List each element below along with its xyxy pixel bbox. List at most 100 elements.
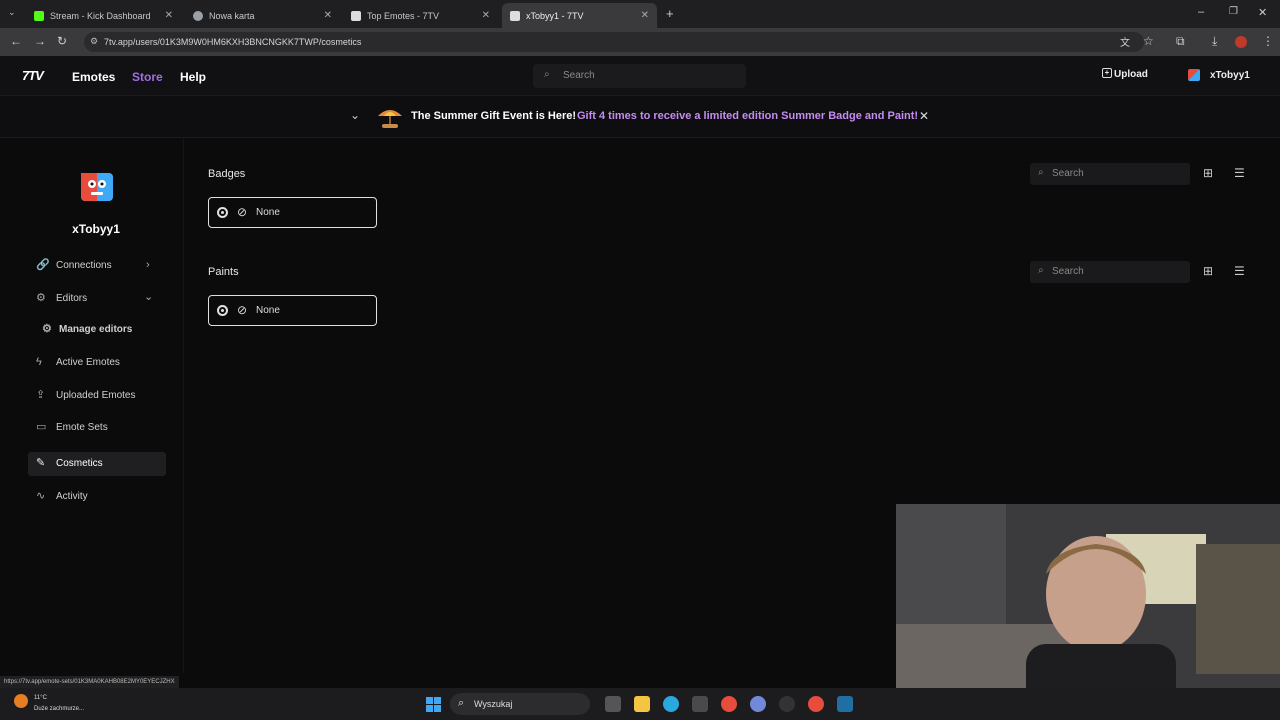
globe-favicon-icon — [193, 10, 203, 21]
taskbar-search-input[interactable]: ⌕ Wyszukaj — [450, 693, 590, 715]
site-header: 7TV Emotes Store Help ⌕ Search + Upload … — [0, 56, 1280, 96]
obs-icon[interactable] — [779, 696, 795, 712]
link-hover-status: https://7tv.app/emote-sets/01K3MA0KAHB08… — [0, 676, 179, 688]
chrome-icon[interactable] — [721, 696, 737, 712]
sidebar-item-activity[interactable]: ∿ Activity — [28, 485, 166, 509]
extensions-icon[interactable]: ⧉ — [1176, 34, 1185, 49]
sidebar-item-label: Connections — [56, 260, 112, 271]
sidebar-item-manage-editors[interactable]: ⚙ Manage editors — [36, 318, 166, 342]
sidebar-item-label: Uploaded Emotes — [56, 390, 136, 401]
grid-view-icon[interactable]: ⊞ — [1203, 264, 1213, 278]
7tv-favicon-icon — [351, 10, 361, 21]
paint-option-none[interactable]: ⊘ None — [208, 295, 377, 326]
restore-icon[interactable]: ❐ — [1229, 6, 1238, 17]
browser-tab-new[interactable]: Nowa karta ✕ — [185, 3, 340, 28]
option-label: None — [256, 305, 280, 316]
list-view-icon[interactable]: ☰ — [1234, 166, 1245, 180]
grid-view-icon[interactable]: ⊞ — [1203, 166, 1213, 180]
new-tab-icon[interactable]: + — [666, 6, 674, 21]
forward-icon[interactable]: → — [34, 34, 46, 48]
reload-icon[interactable]: ↻ — [57, 34, 67, 48]
close-icon[interactable]: ✕ — [641, 10, 649, 21]
sidebar-item-editors[interactable]: ⚙ Editors ⌄ — [28, 287, 166, 311]
tab-title: xTobyy1 - 7TV — [526, 10, 584, 21]
chrome-active-icon[interactable] — [808, 696, 824, 712]
sidebar-item-emote-sets[interactable]: ▭ Emote Sets — [28, 416, 166, 440]
gear-icon: ⚙ — [42, 323, 52, 335]
site-info-icon[interactable]: ⚙ — [90, 36, 98, 47]
sidebar-item-cosmetics[interactable]: ✎ Cosmetics — [28, 452, 166, 476]
back-icon[interactable]: ← — [10, 34, 22, 48]
sidebar-item-label: Emote Sets — [56, 422, 108, 433]
task-view-icon[interactable] — [605, 696, 621, 712]
file-explorer-icon[interactable] — [634, 696, 650, 712]
sidebar-item-active-emotes[interactable]: ϟ Active Emotes — [28, 351, 166, 375]
close-icon[interactable]: ✕ — [324, 10, 332, 21]
upload-icon: + — [1102, 68, 1112, 78]
browser-tab-kick[interactable]: Stream - Kick Dashboard ✕ — [26, 3, 181, 28]
badges-title: Badges — [208, 168, 246, 180]
minimize-icon[interactable]: – — [1198, 6, 1204, 18]
weather-desc: Duże zachmurze... — [34, 706, 85, 712]
store-icon[interactable] — [692, 696, 708, 712]
close-icon[interactable]: ✕ — [919, 109, 929, 123]
banner-title: The Summer Gift Event is Here! — [411, 110, 577, 122]
nav-store[interactable]: Store — [132, 70, 163, 84]
badges-search-input[interactable]: ⌕ Search — [1030, 163, 1190, 185]
paints-title: Paints — [208, 266, 239, 278]
translate-icon[interactable]: 文 — [1120, 34, 1130, 49]
upload-label: Upload — [1114, 69, 1148, 80]
url-field[interactable]: ⚙ 7tv.app/users/01K3M9W0HM6KXH3BNCNGKK7T… — [84, 32, 1144, 52]
header-username[interactable]: xTobyy1 — [1210, 70, 1250, 81]
sidebar-item-uploaded-emotes[interactable]: ⇪ Uploaded Emotes — [28, 384, 166, 408]
bookmark-star-icon[interactable]: ☆ — [1143, 34, 1154, 48]
list-view-icon[interactable]: ☰ — [1234, 264, 1245, 278]
app-icon[interactable] — [837, 696, 853, 712]
paints-search-input[interactable]: ⌕ Search — [1030, 261, 1190, 283]
search-icon: ⌕ — [544, 69, 550, 80]
sidebar-item-connections[interactable]: 🔗 Connections › — [28, 254, 166, 278]
chevron-down-icon[interactable]: ⌄ — [350, 108, 360, 122]
tab-list-chevron-icon[interactable]: ⌄ — [8, 7, 16, 18]
discord-icon[interactable] — [750, 696, 766, 712]
close-window-icon[interactable]: ✕ — [1258, 6, 1267, 19]
search-icon: ⌕ — [458, 697, 465, 709]
event-banner: ⌄ The Summer Gift Event is Here! Gift 4 … — [0, 96, 1280, 138]
sidebar: xTobyy1 🔗 Connections › ⚙ Editors ⌄ ⚙ Ma… — [0, 138, 184, 673]
gear-icon: ⚙ — [36, 292, 46, 304]
sidebar-item-label: Editors — [56, 293, 88, 304]
radio-selected-icon[interactable] — [217, 305, 228, 316]
search-placeholder: Search — [1052, 266, 1084, 277]
download-icon[interactable]: ⤓ — [1212, 34, 1217, 49]
activity-icon: ∿ — [36, 490, 46, 502]
tab-title: Top Emotes - 7TV — [367, 10, 440, 21]
close-icon[interactable]: ✕ — [482, 10, 490, 21]
7tv-logo[interactable]: 7TV — [22, 68, 44, 83]
user-avatar[interactable] — [1188, 69, 1200, 81]
menu-kebab-icon[interactable]: ⋮ — [1262, 34, 1274, 48]
none-symbol-icon: ⊘ — [237, 205, 248, 219]
tab-title: Nowa karta — [209, 10, 255, 21]
sidebar-item-label: Activity — [56, 491, 88, 502]
search-icon: ⌕ — [1038, 265, 1044, 276]
radio-selected-icon[interactable] — [217, 207, 228, 218]
nav-help[interactable]: Help — [180, 70, 206, 84]
search-placeholder: Search — [1052, 168, 1084, 179]
edge-icon[interactable] — [663, 696, 679, 712]
folder-icon: ▭ — [36, 421, 47, 433]
browser-tab-xtobyy1[interactable]: xTobyy1 - 7TV ✕ — [502, 3, 657, 28]
close-icon[interactable]: ✕ — [165, 10, 173, 21]
tab-title: Stream - Kick Dashboard — [50, 10, 151, 21]
nav-emotes[interactable]: Emotes — [72, 70, 115, 84]
upload-button[interactable]: + Upload — [1096, 64, 1160, 86]
profile-avatar-icon[interactable] — [1235, 36, 1247, 48]
url-text: 7tv.app/users/01K3M9W0HM6KXH3BNCNGKK7TWP… — [104, 37, 362, 47]
browser-tab-top-emotes[interactable]: Top Emotes - 7TV ✕ — [343, 3, 498, 28]
badge-option-none[interactable]: ⊘ None — [208, 197, 377, 228]
profile-avatar[interactable] — [80, 170, 114, 204]
weather-icon[interactable] — [14, 694, 28, 708]
windows-start-icon[interactable] — [426, 697, 441, 712]
banner-gift-link[interactable]: Gift 4 times to receive a limited editio… — [577, 110, 918, 122]
header-search-input[interactable]: ⌕ Search — [533, 64, 746, 88]
bolt-icon: ϟ — [36, 356, 42, 368]
